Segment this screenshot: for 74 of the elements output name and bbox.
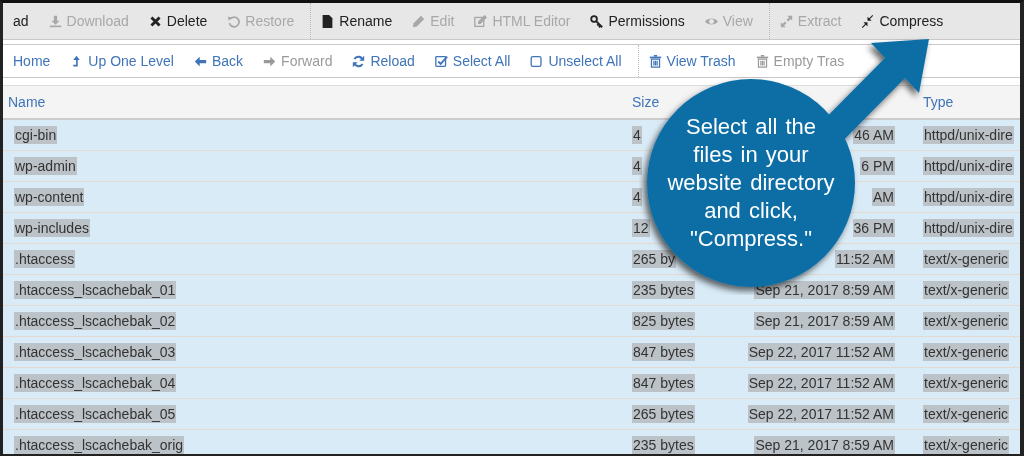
- file-type: text/x-generic: [923, 435, 1010, 454]
- key-icon: [590, 14, 604, 28]
- x-icon: [148, 14, 162, 28]
- column-header[interactable]: Name: [8, 93, 46, 110]
- file-type: text/x-generic: [923, 249, 1010, 268]
- file-name: .htaccess_lscachebak_orig: [14, 435, 185, 454]
- left-arrow-icon: [193, 54, 207, 68]
- modified-date: Sep 22, 2017 11:52 AM: [747, 373, 895, 392]
- modified-date: Sep 21, 2017 8:59 AM: [754, 435, 895, 454]
- file-icon: [321, 14, 335, 28]
- reload-icon: [352, 54, 366, 68]
- trash-icon: [755, 54, 769, 68]
- toolbar-button[interactable]: Home: [3, 45, 61, 77]
- file-name: .htaccess_lscachebak_01: [14, 280, 177, 299]
- file-name: .htaccess_lscachebak_02: [14, 311, 177, 330]
- toolbar-button[interactable]: Unselect All: [520, 45, 632, 77]
- file-name: .htaccess_lscachebak_03: [14, 342, 177, 361]
- toolbar-button[interactable]: Select All: [424, 45, 521, 77]
- toolbar-button[interactable]: Up One Level: [60, 45, 184, 77]
- column-header[interactable]: Size: [632, 93, 660, 110]
- file-type: httpd/unix-dire: [923, 125, 1014, 144]
- pencil-icon: [412, 14, 426, 28]
- file-type: text/x-generic: [923, 373, 1010, 392]
- modified-date: Sep 21, 2017 8:59 AM: [754, 311, 895, 330]
- download-icon: [48, 14, 62, 28]
- modified-date: Sep 22, 2017 11:52 AM: [747, 342, 895, 361]
- file-size: 825 bytes: [632, 311, 695, 330]
- file-size: 235 bytes: [632, 280, 695, 299]
- toolbar-button[interactable]: Reload: [342, 45, 425, 77]
- checked-box-icon: [434, 54, 448, 68]
- column-header[interactable]: Type: [923, 93, 954, 110]
- file-size: 265 by: [632, 249, 677, 268]
- toolbar-button[interactable]: View Trash: [638, 45, 746, 77]
- file-type: text/x-generic: [923, 280, 1010, 299]
- toolbar-button[interactable]: Back: [183, 45, 254, 77]
- file-name: .htaccess_lscachebak_04: [14, 373, 177, 392]
- modified-date: AM: [872, 187, 895, 206]
- right-arrow-icon: [263, 54, 277, 68]
- modified-date: 46 AM: [853, 125, 895, 144]
- undo-icon: [227, 14, 241, 28]
- checkbox-icon: [530, 54, 544, 68]
- file-name: .htaccess: [14, 249, 76, 268]
- file-name: wp-includes: [14, 218, 90, 237]
- toolbar-button[interactable]: Compress: [851, 3, 954, 39]
- file-name: cgi-bin: [14, 125, 58, 144]
- file-size: 235 bytes: [632, 435, 695, 454]
- trash-icon: [648, 54, 662, 68]
- modified-date: Sep 22, 2017 11:52 AM: [747, 404, 895, 423]
- toolbar-button[interactable]: Permissions: [580, 3, 695, 39]
- toolbar-button[interactable]: ad: [3, 3, 39, 39]
- file-type: text/x-generic: [923, 404, 1010, 423]
- file-size: 4: [632, 187, 642, 206]
- expand-icon: [779, 14, 793, 28]
- file-type: httpd/unix-dire: [923, 156, 1014, 175]
- file-name: wp-admin: [14, 156, 77, 175]
- file-name: .htaccess_lscachebak_05: [14, 404, 177, 423]
- file-type: text/x-generic: [923, 342, 1010, 361]
- edit-icon: [474, 14, 488, 28]
- file-size: 4: [632, 125, 642, 144]
- modified-date: 6 PM: [860, 156, 895, 175]
- modified-date: 11:52 AM: [834, 249, 895, 268]
- file-size: 265 bytes: [632, 404, 695, 423]
- file-type: text/x-generic: [923, 311, 1010, 330]
- file-type: httpd/unix-dire: [923, 218, 1014, 237]
- file-size: 847 bytes: [632, 342, 695, 361]
- toolbar-button[interactable]: Delete: [138, 3, 218, 39]
- file-size: 4: [632, 156, 642, 175]
- toolbar-button[interactable]: Rename: [311, 3, 403, 39]
- file-size: 12: [632, 218, 650, 237]
- file-name: wp-content: [14, 187, 85, 206]
- file-type: httpd/unix-dire: [923, 187, 1014, 206]
- modified-date: 36 PM: [852, 218, 895, 237]
- file-size: 847 bytes: [632, 373, 695, 392]
- compress-icon: [861, 14, 875, 28]
